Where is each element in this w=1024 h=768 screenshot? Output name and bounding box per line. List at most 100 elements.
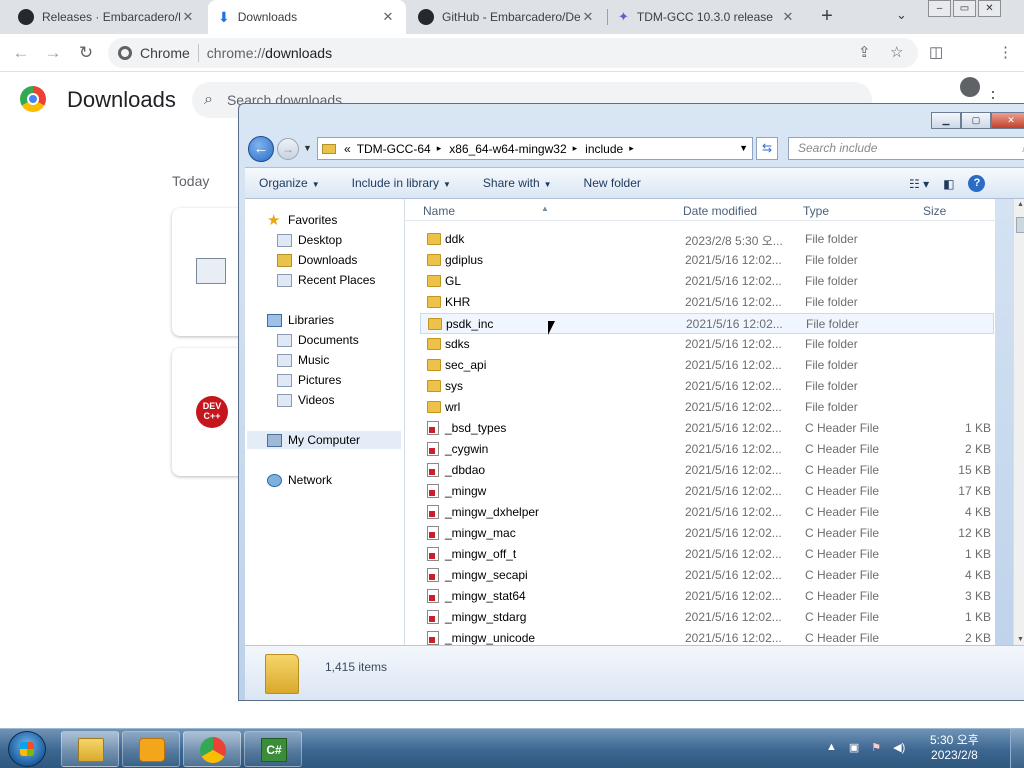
back-icon[interactable]: ← <box>10 42 32 64</box>
close-tab-icon[interactable]: ✕ <box>580 9 596 25</box>
file-row[interactable]: gdiplus 2021/5/16 12:02... File folder <box>405 250 995 271</box>
file-row[interactable]: sys 2021/5/16 12:02... File folder <box>405 376 995 397</box>
preview-pane-icon[interactable]: ◧ <box>943 177 954 191</box>
nav-videos[interactable]: Videos <box>277 393 334 407</box>
change-view-icon[interactable]: ☷ ▾ <box>909 177 929 191</box>
folder-icon <box>265 654 299 694</box>
file-row[interactable]: _mingw_stdarg 2021/5/16 12:02... C Header … <box>405 607 995 628</box>
tab-search-icon[interactable]: ⌄ <box>896 7 907 23</box>
file-row[interactable]: KHR 2021/5/16 12:02... File folder <box>405 292 995 313</box>
file-row[interactable]: _mingw_dxhelper 2021/5/16 12:02... C Heade… <box>405 502 995 523</box>
scroll-up-icon[interactable]: ▲ <box>1017 201 1024 208</box>
breadcrumb-overflow[interactable]: « <box>344 142 351 156</box>
nav-downloads[interactable]: Downloads <box>277 253 357 267</box>
minimize-button[interactable]: ‒ <box>928 0 951 17</box>
profile-avatar[interactable] <box>960 77 980 97</box>
file-row[interactable]: sdks 2021/5/16 12:02... File folder <box>405 334 995 355</box>
include-in-library-button[interactable]: Include in library ▼ <box>352 176 451 190</box>
nav-recent-places[interactable]: Recent Places <box>277 273 375 287</box>
maximize-button[interactable]: ▭ <box>953 0 976 17</box>
share-icon[interactable]: ⇪ <box>858 43 871 61</box>
system-clock[interactable]: 5:30 오후 2023/2/8 <box>930 733 979 763</box>
close-tab-icon[interactable]: ✕ <box>180 9 196 25</box>
back-icon[interactable]: ← <box>248 136 274 162</box>
forward-icon[interactable]: → <box>42 42 64 64</box>
forward-icon[interactable]: → <box>277 138 299 160</box>
refresh-icon[interactable]: ⇆ <box>756 137 778 160</box>
tab-tdm-gcc[interactable]: ✦ TDM-GCC 10.3.0 release ✕ <box>608 0 806 34</box>
tab-downloads[interactable]: ⬇ Downloads ✕ <box>208 0 406 34</box>
breadcrumb-separator-icon[interactable]: ▸ <box>437 143 442 154</box>
address-dropdown-icon[interactable]: ▼ <box>739 143 748 153</box>
help-icon[interactable]: ? <box>968 175 986 192</box>
file-row[interactable]: wrl 2021/5/16 12:02... File folder <box>405 397 995 418</box>
start-button[interactable] <box>8 731 46 767</box>
close-button[interactable]: ✕ <box>991 112 1024 129</box>
new-tab-button[interactable]: + <box>816 5 838 27</box>
search-include-input[interactable]: Search include ⌕ <box>788 137 1024 160</box>
show-hidden-icons-icon[interactable]: ▲ <box>826 741 837 754</box>
file-row[interactable]: _mingw_secapi 2021/5/16 12:02... C Header … <box>405 565 995 586</box>
taskbar-explorer[interactable] <box>61 731 119 767</box>
breadcrumb-item[interactable]: TDM-GCC-64 <box>357 142 431 156</box>
nav-pictures[interactable]: Pictures <box>277 373 341 387</box>
tab-title: Releases · Embarcadero/Dev-Cpp <box>42 10 180 24</box>
scroll-down-icon[interactable]: ▼ <box>1017 636 1024 643</box>
file-row[interactable]: ddk 2023/2/8 5:30 오... File folder <box>405 229 995 250</box>
file-row[interactable]: psdk_inc 2021/5/16 12:02... File folder <box>420 313 994 334</box>
taskbar-chrome[interactable] <box>183 731 241 767</box>
history-dropdown-icon[interactable]: ▼ <box>303 143 312 153</box>
file-row[interactable]: _mingw_mac 2021/5/16 12:02... C Header Fil… <box>405 523 995 544</box>
column-header-type[interactable]: Type <box>803 204 829 218</box>
nav-music[interactable]: Music <box>277 353 329 367</box>
action-center-icon[interactable]: ⚑ <box>871 741 881 754</box>
reload-icon[interactable]: ↻ <box>75 42 97 64</box>
taskbar-media-player[interactable] <box>122 731 180 767</box>
file-date: 2021/5/16 12:02... <box>685 610 782 624</box>
file-row[interactable]: _cygwin 2021/5/16 12:02... C Header File 2 … <box>405 439 995 460</box>
breadcrumb-separator-icon[interactable]: ▸ <box>629 143 634 154</box>
vertical-scrollbar[interactable]: ▲ ▼ <box>1013 199 1024 645</box>
nav-documents[interactable]: Documents <box>277 333 359 347</box>
side-panel-icon[interactable]: ◫ <box>929 43 943 61</box>
file-row[interactable]: GL 2021/5/16 12:02... File folder <box>405 271 995 292</box>
nav-desktop[interactable]: Desktop <box>277 233 342 247</box>
file-row[interactable]: _mingw_off_t 2021/5/16 12:02... C Header F… <box>405 544 995 565</box>
menu-icon[interactable]: ⋮ <box>998 43 1013 61</box>
minimize-button[interactable]: ▁ <box>931 112 961 129</box>
file-row[interactable]: sec_api 2021/5/16 12:02... File folder <box>405 355 995 376</box>
breadcrumb-item[interactable]: include <box>585 142 623 156</box>
tab-github[interactable]: GitHub - Embarcadero/Dev-Cpp ✕ <box>408 0 606 34</box>
file-row[interactable]: _mingw_unicode 2021/5/16 12:02... C Header… <box>405 628 995 645</box>
maximize-button[interactable]: ▢ <box>961 112 991 129</box>
taskbar-csharp-app[interactable]: C# <box>244 731 302 767</box>
column-header-name[interactable]: Name <box>423 204 455 218</box>
tab-releases[interactable]: Releases · Embarcadero/Dev-Cpp ✕ <box>8 0 206 34</box>
breadcrumb-item[interactable]: x86_64-w64-mingw32 <box>449 142 566 156</box>
file-row[interactable]: _mingw 2021/5/16 12:02... C Header File 17 … <box>405 481 995 502</box>
column-header-size[interactable]: Size <box>923 204 946 218</box>
nav-my-computer[interactable]: My Computer <box>247 431 401 449</box>
new-folder-button[interactable]: New folder <box>584 176 641 190</box>
nav-libraries[interactable]: Libraries <box>267 313 334 327</box>
show-desktop-button[interactable] <box>1010 729 1024 768</box>
scroll-thumb[interactable] <box>1016 217 1024 233</box>
column-header-date[interactable]: Date modified <box>683 204 757 218</box>
file-row[interactable]: _dbdao 2021/5/16 12:02... C Header File 15 … <box>405 460 995 481</box>
breadcrumb-separator-icon[interactable]: ▸ <box>573 143 578 154</box>
close-tab-icon[interactable]: ✕ <box>380 9 396 25</box>
bookmark-star-icon[interactable]: ☆ <box>890 43 903 61</box>
nav-favorites[interactable]: ★ Favorites <box>267 213 337 228</box>
volume-icon[interactable]: ◀) <box>893 741 905 754</box>
file-size: 3 KB <box>964 589 991 603</box>
nav-network[interactable]: Network <box>267 473 332 487</box>
file-row[interactable]: _mingw_stat64 2021/5/16 12:02... C Header … <box>405 586 995 607</box>
close-button[interactable]: ✕ <box>978 0 1001 17</box>
share-with-button[interactable]: Share with ▼ <box>483 176 552 190</box>
explorer-address-bar[interactable]: « TDM-GCC-64 ▸ x86_64-w64-mingw32 ▸ incl… <box>317 137 753 160</box>
organize-button[interactable]: Organize ▼ <box>259 176 320 190</box>
close-tab-icon[interactable]: ✕ <box>780 9 796 25</box>
file-row[interactable]: _bsd_types 2021/5/16 12:02... C Header Fil… <box>405 418 995 439</box>
network-tray-icon[interactable]: ▣ <box>849 741 859 754</box>
address-bar[interactable]: Chrome chrome://downloads <box>108 38 918 68</box>
